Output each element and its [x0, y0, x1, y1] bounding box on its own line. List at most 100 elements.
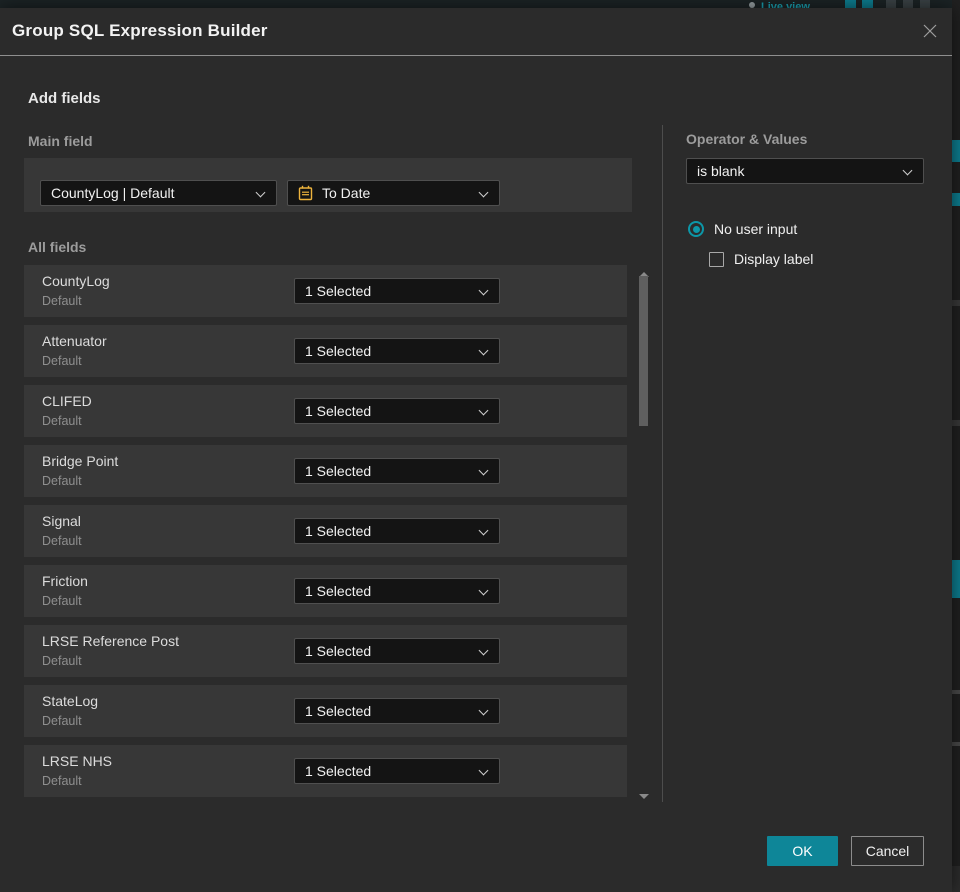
field-row: Attenuator Default 1 Selected: [24, 325, 627, 377]
background-panel-fragment: [952, 140, 960, 162]
field-selection-value: 1 Selected: [305, 643, 372, 659]
title-separator: [0, 55, 952, 56]
field-sublabel: Default: [42, 714, 82, 728]
cancel-button[interactable]: Cancel: [851, 836, 924, 866]
chevron-down-icon: [478, 705, 489, 716]
field-selection-dropdown[interactable]: 1 Selected: [294, 518, 500, 544]
field-selection-dropdown[interactable]: 1 Selected: [294, 278, 500, 304]
field-sublabel: Default: [42, 474, 82, 488]
field-selection-value: 1 Selected: [305, 343, 372, 359]
field-sublabel: Default: [42, 594, 82, 608]
field-row: LRSE NHS Default 1 Selected: [24, 745, 627, 797]
main-field-select-value: CountyLog | Default: [51, 185, 175, 201]
field-row: Bridge Point Default 1 Selected: [24, 445, 627, 497]
vertical-divider: [662, 125, 663, 802]
field-selection-value: 1 Selected: [305, 703, 372, 719]
background-panel-fragment: [952, 420, 960, 426]
field-selection-dropdown[interactable]: 1 Selected: [294, 398, 500, 424]
chevron-down-icon: [478, 187, 489, 198]
group-sql-expression-builder-dialog: Group SQL Expression Builder Add fields …: [0, 8, 952, 892]
field-name: LRSE Reference Post: [42, 633, 179, 649]
field-sublabel: Default: [42, 414, 82, 428]
field-selection-value: 1 Selected: [305, 583, 372, 599]
field-name: LRSE NHS: [42, 753, 113, 769]
field-selection-value: 1 Selected: [305, 463, 372, 479]
chevron-down-icon: [478, 585, 489, 596]
field-row: StateLog Default 1 Selected: [24, 685, 627, 737]
background-panel-fragment: [952, 300, 960, 306]
field-selection-dropdown[interactable]: 1 Selected: [294, 458, 500, 484]
screen: Live view Group SQL Expression Builder A…: [0, 0, 960, 892]
chevron-down-icon: [478, 645, 489, 656]
field-sublabel: Default: [42, 294, 82, 308]
main-field-date-value: To Date: [322, 185, 371, 201]
no-user-input-label: No user input: [714, 221, 798, 237]
field-selection-dropdown[interactable]: 1 Selected: [294, 338, 500, 364]
field-row: CountyLog Default 1 Selected: [24, 265, 627, 317]
chevron-down-icon: [478, 525, 489, 536]
field-sublabel: Default: [42, 654, 82, 668]
field-selection-value: 1 Selected: [305, 763, 372, 779]
background-app-right-strip: [952, 0, 960, 892]
field-sublabel: Default: [42, 534, 82, 548]
field-selection-dropdown[interactable]: 1 Selected: [294, 638, 500, 664]
field-selection-dropdown[interactable]: 1 Selected: [294, 698, 500, 724]
background-panel-fragment: [952, 690, 960, 694]
chevron-down-icon: [255, 187, 266, 198]
field-selection-value: 1 Selected: [305, 523, 372, 539]
operator-values-label: Operator & Values: [686, 131, 808, 147]
scrollbar-thumb[interactable]: [639, 276, 648, 426]
background-app-top-strip: Live view: [0, 0, 960, 8]
live-view-label: Live view: [761, 1, 810, 8]
field-name: CountyLog: [42, 273, 110, 289]
chevron-down-icon: [902, 165, 913, 176]
no-user-input-radio[interactable]: No user input: [688, 221, 797, 237]
calendar-icon: [298, 185, 313, 201]
background-icon-fragment: [903, 0, 913, 8]
ok-button[interactable]: OK: [767, 836, 838, 866]
background-icon-fragment: [845, 0, 856, 8]
field-name: StateLog: [42, 693, 99, 709]
display-label-label: Display label: [734, 251, 814, 267]
field-selection-value: 1 Selected: [305, 403, 372, 419]
checkbox-icon: [709, 251, 724, 267]
main-field-label: Main field: [28, 133, 93, 149]
field-name: Signal: [42, 513, 81, 529]
operator-select-value: is blank: [697, 163, 745, 179]
chevron-down-icon: [478, 285, 489, 296]
field-name: CLIFED: [42, 393, 92, 409]
field-name: Bridge Point: [42, 453, 119, 469]
main-field-panel: CountyLog | Default To Date: [24, 158, 632, 212]
chevron-down-icon: [478, 765, 489, 776]
field-sublabel: Default: [42, 354, 82, 368]
radio-icon: [688, 221, 704, 237]
background-panel-fragment: [952, 193, 960, 206]
main-field-date-select[interactable]: To Date: [287, 180, 500, 206]
background-icon-fragment: [886, 0, 896, 8]
field-selection-dropdown[interactable]: 1 Selected: [294, 758, 500, 784]
background-panel-fragment: [952, 560, 960, 598]
radio-dot: [692, 225, 700, 233]
all-fields-label: All fields: [28, 239, 87, 255]
scrollbar-down-arrow[interactable]: [639, 794, 649, 799]
main-field-select[interactable]: CountyLog | Default: [40, 180, 277, 206]
background-panel-fragment: [952, 742, 960, 746]
add-fields-heading: Add fields: [28, 90, 101, 107]
close-icon[interactable]: [920, 21, 940, 41]
field-selection-dropdown[interactable]: 1 Selected: [294, 578, 500, 604]
dialog-title: Group SQL Expression Builder: [12, 21, 268, 40]
chevron-down-icon: [478, 405, 489, 416]
dialog-titlebar: Group SQL Expression Builder: [0, 8, 952, 55]
field-row: LRSE Reference Post Default 1 Selected: [24, 625, 627, 677]
chevron-down-icon: [478, 345, 489, 356]
display-label-checkbox[interactable]: Display label: [709, 251, 813, 267]
field-sublabel: Default: [42, 774, 82, 788]
operator-select[interactable]: is blank: [686, 158, 924, 184]
field-selection-value: 1 Selected: [305, 283, 372, 299]
field-name: Attenuator: [42, 333, 107, 349]
background-icon-fragment: [920, 0, 930, 8]
background-icon-fragment: [862, 0, 873, 8]
field-row: CLIFED Default 1 Selected: [24, 385, 627, 437]
field-row: Friction Default 1 Selected: [24, 565, 627, 617]
field-row: Signal Default 1 Selected: [24, 505, 627, 557]
